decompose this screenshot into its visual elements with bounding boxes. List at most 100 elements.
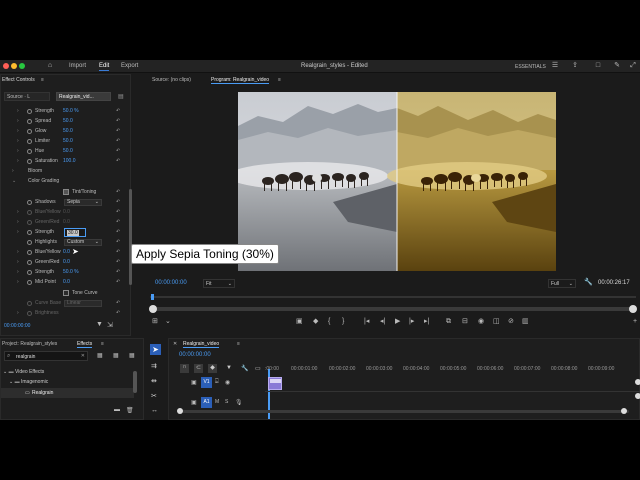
stopwatch-icon[interactable] — [27, 210, 32, 215]
selection-tool-icon[interactable]: ➤ — [150, 344, 161, 355]
add-marker-icon[interactable]: ◆ — [313, 318, 318, 326]
saturation-value[interactable]: 100.0 — [63, 158, 76, 164]
play-icon[interactable]: ▶ — [395, 318, 400, 326]
add-button-icon[interactable]: + — [633, 318, 637, 326]
nav-edit[interactable]: Edit — [99, 63, 110, 71]
add-marker-icon[interactable]: ◆ — [208, 364, 217, 373]
track-select-tool-icon[interactable]: ⇉ — [151, 362, 157, 370]
timeline-timecode[interactable]: 00:00:00:00 — [179, 352, 211, 358]
timeline-scroll-handle-left[interactable] — [177, 408, 183, 414]
slip-tool-icon[interactable]: ↔ — [151, 407, 158, 414]
bloom-group[interactable]: › Bloom — [1, 167, 129, 177]
chevron-down-icon[interactable]: ⌄ — [165, 318, 171, 326]
linked-selection-icon[interactable]: ⊂ — [194, 364, 203, 373]
step-back-icon[interactable]: ◂| — [380, 318, 385, 326]
insert-icon[interactable]: ⧉ — [446, 318, 451, 326]
quick-export-icon[interactable]: □ — [594, 62, 602, 70]
chevron-right-icon[interactable]: › — [12, 168, 14, 174]
program-timecode[interactable]: 00:00:00:00 — [155, 280, 187, 286]
reset-icon[interactable]: ↶ — [116, 128, 120, 134]
go-to-out-icon[interactable]: ▸| — [424, 318, 429, 326]
reset-icon[interactable]: ↶ — [116, 108, 120, 114]
stopwatch-icon[interactable] — [27, 301, 32, 306]
mark-out-bracket-icon[interactable]: } — [342, 318, 344, 326]
export-frame-icon[interactable]: ⇲ — [107, 321, 113, 329]
effects-menu-icon[interactable]: ≡ — [101, 341, 104, 347]
source-monitor-tab[interactable]: Source: (no clips) — [152, 77, 191, 83]
ec-scrollbar[interactable] — [129, 189, 132, 285]
sequence-tab[interactable]: Realgrain_video — [183, 341, 220, 348]
workspace-label[interactable]: ESSENTIALS — [515, 64, 546, 70]
reset-icon[interactable]: ↶ — [116, 199, 120, 205]
microphone-icon[interactable]: 🎙 — [235, 399, 243, 406]
marker-icon[interactable]: ▼ — [226, 365, 232, 371]
glow-value[interactable]: 50.0 — [63, 128, 73, 134]
stopwatch-icon[interactable] — [27, 250, 32, 255]
reset-icon[interactable]: ↶ — [116, 148, 120, 154]
snap-icon[interactable]: ∩ — [180, 364, 189, 373]
reset-icon[interactable]: ↶ — [116, 239, 120, 245]
video-clip[interactable] — [268, 377, 282, 390]
program-scrub-bar[interactable] — [150, 296, 636, 298]
reset-icon[interactable]: ↶ — [116, 189, 120, 195]
vertical-zoom-handle[interactable] — [635, 393, 640, 399]
ripple-edit-tool-icon[interactable]: ⇹ — [151, 377, 157, 385]
reset-icon[interactable]: ↶ — [116, 300, 120, 306]
reset-icon[interactable]: ↶ — [116, 138, 120, 144]
reset-icon[interactable]: ↶ — [116, 229, 120, 235]
reset-icon[interactable]: ↶ — [116, 219, 120, 225]
wrench-icon[interactable]: 🔧 — [584, 278, 593, 286]
vertical-zoom-handle[interactable] — [635, 379, 640, 385]
zoom-handle-left[interactable] — [149, 305, 157, 313]
notifications-icon[interactable]: ✎ — [613, 62, 621, 70]
stopwatch-icon[interactable] — [27, 311, 32, 316]
step-forward-icon[interactable]: |▸ — [409, 318, 414, 326]
stopwatch-icon[interactable] — [27, 240, 32, 245]
tone-curve-checkbox[interactable] — [63, 290, 69, 296]
sync-lock-icon[interactable]: ⌹ — [215, 379, 219, 386]
highlights-dropdown[interactable]: Custom ⌄ — [64, 239, 102, 246]
program-zoom-bar[interactable] — [150, 307, 636, 311]
zoom-handle-right[interactable] — [629, 305, 637, 313]
fit-dropdown[interactable]: Fit ⌄ — [203, 279, 235, 288]
effect-controls-title[interactable]: Effect Controls — [2, 77, 35, 83]
ec-timecode[interactable]: 00:00:00:00 — [4, 323, 30, 329]
close-window-button[interactable] — [3, 63, 9, 69]
effects-tab[interactable]: Effects — [77, 341, 93, 348]
program-video-frame[interactable] — [238, 92, 556, 271]
sequence-menu-icon[interactable]: ≡ — [237, 341, 240, 347]
shadows-dropdown[interactable]: Sepia ⌄ — [64, 199, 102, 206]
razor-tool-icon[interactable]: ✂ — [151, 392, 157, 400]
clear-search-icon[interactable]: ✕ — [81, 353, 85, 359]
tree-video-effects[interactable]: ⌄ ▬ Video Effects — [3, 369, 44, 375]
stopwatch-icon[interactable] — [27, 119, 32, 124]
minimize-window-button[interactable] — [11, 63, 17, 69]
wrench-icon[interactable]: 🔧 — [241, 365, 248, 372]
limiter-value[interactable]: 50.0 — [63, 138, 73, 144]
v1-target[interactable]: V1 — [201, 377, 212, 388]
reset-icon[interactable]: ↶ — [116, 259, 120, 265]
stopwatch-icon[interactable] — [27, 260, 32, 265]
settings-menu-icon[interactable]: ⊞ — [152, 318, 158, 326]
color-grading-group[interactable]: ⌄ Color Grading — [1, 177, 129, 187]
panel-menu-icon[interactable]: ≡ — [41, 77, 44, 83]
tint-toning-checkbox[interactable] — [63, 189, 69, 195]
home-icon[interactable]: ⌂ — [46, 62, 54, 70]
mark-in-icon[interactable]: ▣ — [296, 318, 303, 326]
workspaces-icon[interactable]: ☰ — [551, 62, 559, 70]
filter-icon[interactable]: ▼ — [96, 321, 103, 328]
reset-icon[interactable]: ↶ — [116, 310, 120, 316]
curve-base-dropdown[interactable]: Linear — [64, 300, 102, 307]
close-sequence-icon[interactable]: ✕ — [173, 341, 177, 347]
program-menu-icon[interactable]: ≡ — [278, 77, 281, 83]
tree-realgrain-selected[interactable]: ▭ Realgrain — [1, 388, 134, 398]
solo-button[interactable]: S — [225, 399, 228, 405]
ec-settings-icon[interactable]: ▤ — [118, 93, 124, 100]
share-icon[interactable]: ⇪ — [571, 62, 579, 70]
yuv-effects-icon[interactable]: ▦ — [129, 352, 135, 359]
reset-icon[interactable]: ↶ — [116, 249, 120, 255]
captions-icon[interactable]: ▭ — [255, 365, 261, 372]
stopwatch-icon[interactable] — [27, 230, 32, 235]
comparison-view-icon[interactable]: ◫ — [493, 318, 500, 326]
stopwatch-icon[interactable] — [27, 139, 32, 144]
